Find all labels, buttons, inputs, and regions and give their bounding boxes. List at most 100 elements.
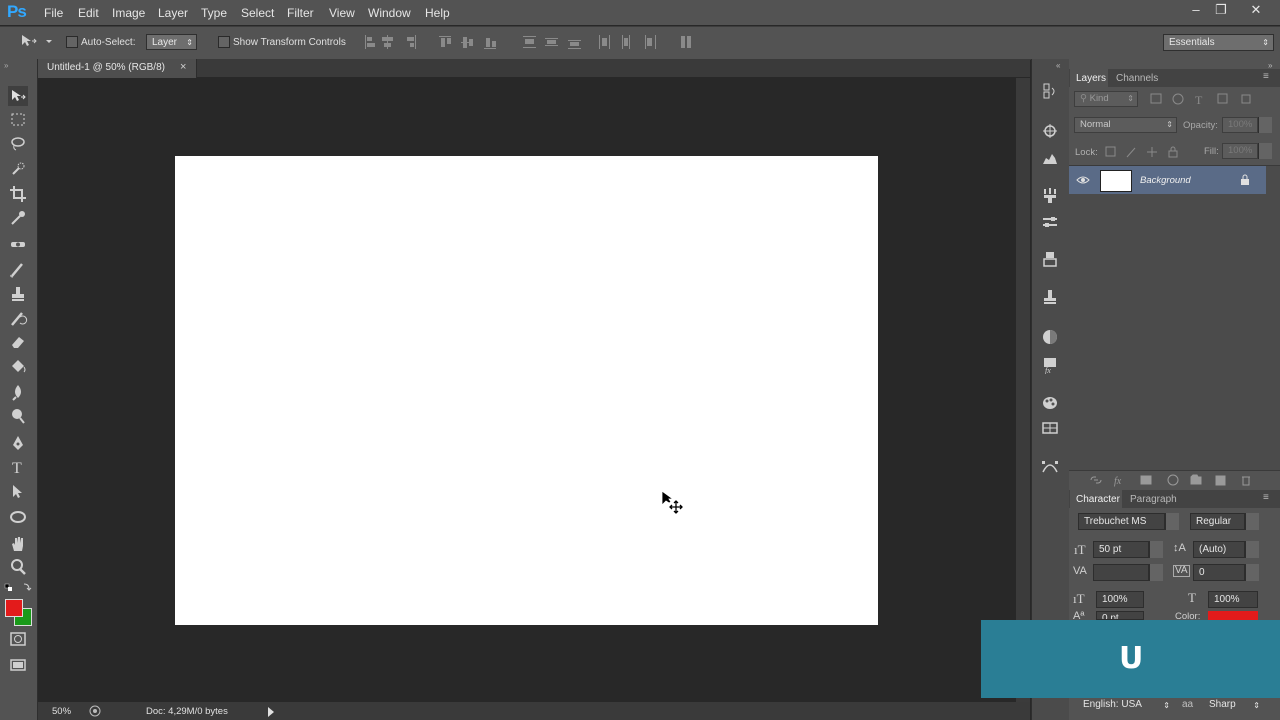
minimize-button[interactable]: – bbox=[1185, 2, 1207, 18]
antialias-dropdown[interactable]: Sharp ⇕ bbox=[1204, 698, 1262, 714]
clone-stamp-icon[interactable] bbox=[8, 284, 28, 304]
collapse-strip-icon[interactable]: « bbox=[1056, 61, 1060, 70]
fill-field[interactable]: 100% bbox=[1222, 143, 1258, 159]
leading-field[interactable]: (Auto) bbox=[1193, 541, 1245, 558]
menu-select[interactable]: Select bbox=[241, 6, 274, 20]
layer-filter-icons[interactable]: T bbox=[1148, 91, 1258, 107]
menu-layer[interactable]: Layer bbox=[158, 6, 188, 20]
quick-selection-icon[interactable] bbox=[8, 159, 28, 179]
screen-mode-icon[interactable] bbox=[8, 655, 28, 675]
leading-arrow-icon[interactable] bbox=[1245, 541, 1259, 558]
blend-mode-dropdown[interactable]: Normal ⇕ bbox=[1074, 117, 1177, 133]
menu-help[interactable]: Help bbox=[425, 6, 450, 20]
font-size-field[interactable]: 50 pt bbox=[1093, 541, 1149, 558]
menu-view[interactable]: View bbox=[329, 6, 355, 20]
auto-select-dropdown[interactable]: Layer ⇕ bbox=[146, 34, 197, 50]
auto-select-checkbox[interactable] bbox=[66, 36, 78, 48]
ellipse-tool-icon[interactable] bbox=[8, 507, 28, 527]
pen-icon[interactable] bbox=[8, 433, 28, 453]
language-dropdown[interactable]: English: USA ⇕ bbox=[1078, 698, 1176, 714]
styles-panel-icon[interactable]: fx bbox=[1041, 356, 1059, 374]
histogram-panel-icon[interactable] bbox=[1041, 149, 1059, 167]
history-brush-icon[interactable] bbox=[8, 308, 28, 328]
swatches-panel-icon[interactable] bbox=[1041, 394, 1059, 412]
dodge-icon[interactable] bbox=[8, 406, 28, 426]
lasso-icon[interactable] bbox=[8, 134, 28, 154]
close-button[interactable]: ✕ bbox=[1245, 2, 1267, 18]
brush-panel-icon[interactable] bbox=[1041, 213, 1059, 231]
show-transform-checkbox[interactable] bbox=[218, 36, 230, 48]
clone-source-icon[interactable] bbox=[1041, 250, 1059, 268]
text-color-swatch[interactable] bbox=[1208, 611, 1258, 620]
menu-file[interactable]: File bbox=[44, 6, 63, 20]
font-style-arrow-icon[interactable] bbox=[1245, 513, 1259, 530]
layer-filter-kind[interactable]: ⚲ Kind ⇕ bbox=[1074, 91, 1138, 107]
vertical-scrollbar[interactable] bbox=[1016, 78, 1030, 702]
type-tool-icon[interactable]: T bbox=[8, 457, 28, 477]
spot-healing-icon[interactable] bbox=[8, 234, 28, 254]
horizontal-scale-field[interactable]: 100% bbox=[1208, 591, 1258, 608]
menu-image[interactable]: Image bbox=[112, 6, 145, 20]
font-size-arrow-icon[interactable] bbox=[1149, 541, 1163, 558]
opacity-field[interactable]: 100% bbox=[1222, 117, 1258, 133]
quick-mask-icon[interactable] bbox=[8, 629, 28, 649]
eraser-icon[interactable] bbox=[8, 332, 28, 352]
document-info-icon[interactable] bbox=[88, 705, 102, 717]
document-tab[interactable]: Untitled-1 @ 50% (RGB/8) × bbox=[38, 59, 197, 78]
kerning-arrow-icon[interactable] bbox=[1149, 564, 1163, 581]
menu-type[interactable]: Type bbox=[201, 6, 227, 20]
blur-icon[interactable] bbox=[8, 382, 28, 402]
workspace-dropdown[interactable]: Essentials ⇕ bbox=[1163, 34, 1274, 51]
zoom-tool-icon[interactable] bbox=[8, 557, 28, 577]
default-swap-colors-icon[interactable] bbox=[4, 582, 32, 592]
color-panel-icon[interactable] bbox=[1041, 328, 1059, 346]
adjustments-panel-icon[interactable] bbox=[1041, 122, 1059, 140]
layer-row-background[interactable]: Background bbox=[1069, 166, 1266, 194]
tab-paragraph[interactable]: Paragraph bbox=[1124, 490, 1180, 508]
zoom-level[interactable]: 50% bbox=[52, 706, 71, 717]
tab-character[interactable]: Character bbox=[1070, 490, 1122, 508]
tracking-arrow-icon[interactable] bbox=[1245, 564, 1259, 581]
layer-name[interactable]: Background bbox=[1140, 175, 1191, 186]
status-menu-arrow-icon[interactable] bbox=[266, 706, 276, 718]
hand-tool-icon[interactable] bbox=[8, 534, 28, 554]
font-family-field[interactable]: Trebuchet MS bbox=[1078, 513, 1165, 530]
layers-footer-icons[interactable]: fx bbox=[1088, 473, 1258, 487]
opacity-arrow-icon[interactable] bbox=[1258, 117, 1272, 133]
collapse-toolbar-icon[interactable]: » bbox=[4, 61, 8, 70]
move-tool-icon[interactable] bbox=[8, 86, 28, 106]
menu-edit[interactable]: Edit bbox=[78, 6, 99, 20]
kerning-field[interactable] bbox=[1093, 564, 1149, 581]
brush-presets-icon[interactable] bbox=[1041, 186, 1059, 204]
tracking-field[interactable]: 0 bbox=[1193, 564, 1245, 581]
visibility-eye-icon[interactable] bbox=[1076, 175, 1090, 185]
navigator-panel-icon[interactable] bbox=[1041, 419, 1059, 437]
layers-panel-menu-icon[interactable]: ≡ bbox=[1263, 71, 1269, 82]
document-canvas[interactable] bbox=[175, 156, 878, 625]
paths-panel-icon[interactable] bbox=[1041, 458, 1059, 476]
font-style-field[interactable]: Regular bbox=[1190, 513, 1245, 530]
menu-window[interactable]: Window bbox=[368, 6, 411, 20]
font-family-arrow-icon[interactable] bbox=[1165, 513, 1179, 530]
rectangular-marquee-icon[interactable] bbox=[8, 110, 28, 130]
vertical-scale-field[interactable]: 100% bbox=[1096, 591, 1144, 608]
paint-bucket-icon[interactable] bbox=[8, 357, 28, 377]
fill-arrow-icon[interactable] bbox=[1258, 143, 1272, 159]
character-panel-menu-icon[interactable]: ≡ bbox=[1263, 492, 1269, 503]
crop-icon[interactable] bbox=[8, 184, 28, 204]
align-distribute-icons[interactable] bbox=[363, 34, 703, 50]
tab-layers[interactable]: Layers bbox=[1070, 69, 1108, 87]
restore-button[interactable]: ❐ bbox=[1210, 2, 1232, 18]
lock-options-icons[interactable] bbox=[1104, 145, 1184, 159]
brush-icon[interactable] bbox=[8, 259, 28, 279]
move-tool-preset-icon[interactable] bbox=[20, 33, 52, 49]
history-panel-icon[interactable] bbox=[1041, 82, 1059, 100]
path-selection-icon[interactable] bbox=[8, 482, 28, 502]
tab-channels[interactable]: Channels bbox=[1110, 69, 1162, 87]
menu-filter[interactable]: Filter bbox=[287, 6, 314, 20]
foreground-color-swatch[interactable] bbox=[5, 599, 23, 617]
eyedropper-icon[interactable] bbox=[8, 208, 28, 228]
tool-presets-icon[interactable] bbox=[1041, 288, 1059, 306]
baseline-shift-field[interactable]: 0 pt bbox=[1096, 611, 1144, 620]
close-tab-icon[interactable]: × bbox=[180, 61, 186, 73]
